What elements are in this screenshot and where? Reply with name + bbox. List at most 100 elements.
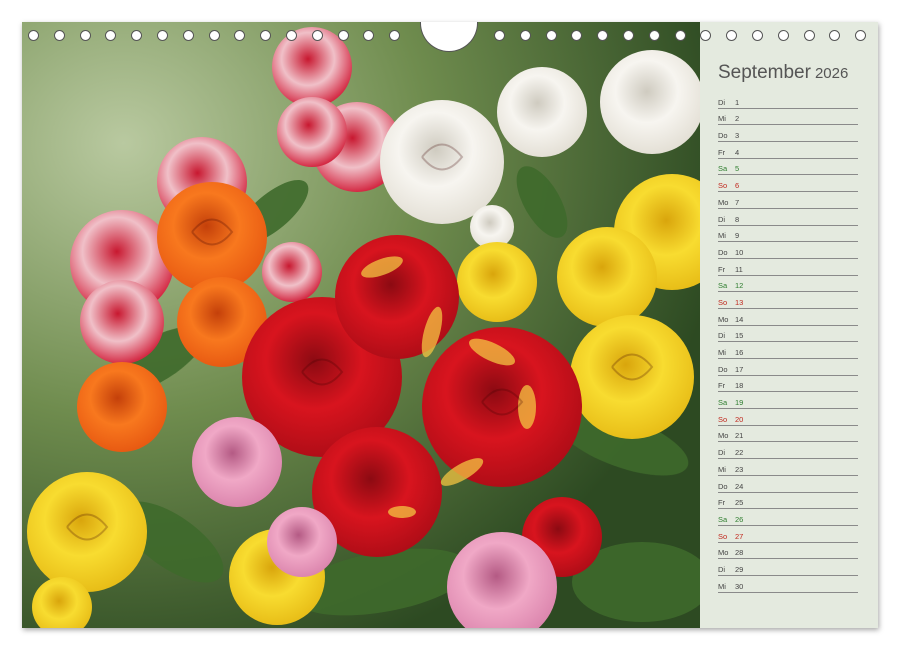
day-number: 23 — [735, 464, 744, 474]
day-row: Mi 16 — [718, 342, 858, 359]
day-row: Di 1 — [718, 92, 858, 109]
binding-ring — [28, 30, 39, 41]
binding-ring — [597, 30, 609, 41]
day-number: 27 — [735, 531, 744, 541]
day-number: 19 — [735, 398, 744, 408]
month-title: September 2026 — [718, 62, 848, 84]
day-number: 5 — [735, 164, 740, 174]
day-number: 6 — [735, 181, 740, 191]
binding-ring — [234, 30, 246, 41]
weekday-label: Sa — [718, 281, 728, 291]
day-row: Di 15 — [718, 326, 858, 343]
day-number: 21 — [735, 431, 744, 441]
rose-bouquet-photo — [22, 22, 700, 628]
day-row: Di 8 — [718, 209, 858, 226]
weekday-label: Mi — [718, 231, 726, 241]
year-label: 2026 — [814, 65, 849, 82]
day-number: 10 — [735, 247, 744, 257]
day-number: 17 — [735, 364, 744, 374]
binding-ring — [79, 30, 91, 41]
calendar-sidebar: September 2026 Di 1 Mi 2 Do 3 Fr 4 Sa 5 So 6 Mo 7 Di 8 Mi… — [700, 22, 878, 628]
binding-ring — [648, 30, 660, 41]
binding-ring — [855, 30, 867, 41]
day-row: Fr 25 — [718, 493, 858, 510]
binding-ring — [519, 30, 531, 41]
weekday-label: Di — [718, 97, 726, 107]
day-number: 2 — [735, 114, 740, 124]
day-number: 26 — [735, 514, 744, 524]
binding-ring — [700, 30, 712, 41]
weekday-label: Mi — [718, 581, 726, 591]
day-number: 28 — [735, 548, 744, 558]
day-row: Sa 12 — [718, 276, 858, 293]
day-number: 16 — [735, 348, 744, 357]
weekday-label: So — [718, 414, 728, 424]
day-number: 14 — [735, 314, 744, 324]
day-row: Mo 14 — [718, 309, 858, 326]
day-number: 8 — [735, 214, 740, 224]
binding-ring — [260, 30, 272, 41]
weekday-label: Di — [718, 331, 726, 341]
binding-ring — [337, 30, 349, 41]
day-row: Fr 11 — [718, 259, 858, 276]
weekday-label: Di — [718, 564, 726, 574]
binding-ring — [674, 30, 686, 41]
weekday-label: Di — [718, 214, 726, 224]
binding-ring — [726, 30, 738, 41]
weekday-label: Do — [718, 131, 728, 141]
day-row: So 6 — [718, 175, 858, 193]
binding-ring — [571, 30, 583, 41]
day-list: Di 1 Mi 2 Do 3 Fr 4 Sa 5 So 6 Mo 7 Di 8 Mi 9 Do 10 Fr 11 Sa 12 S… — [718, 92, 858, 593]
day-row: Mi 9 — [718, 226, 858, 243]
binding-ring — [389, 30, 401, 41]
weekday-label: Mi — [718, 348, 726, 357]
binding-ring — [363, 30, 375, 41]
weekday-label: Fr — [718, 147, 726, 157]
weekday-label: Do — [718, 364, 728, 374]
binding-ring — [803, 30, 815, 41]
binding-ring — [752, 30, 763, 41]
calendar-page: September 2026 Di 1 Mi 2 Do 3 Fr 4 Sa 5 So 6 Mo 7 Di 8 Mi… — [22, 22, 878, 628]
binding-ring — [53, 30, 65, 41]
day-row: Sa 26 — [718, 509, 858, 526]
weekday-label: Do — [718, 247, 728, 257]
day-row: Mo 21 — [718, 426, 858, 443]
day-number: 25 — [735, 498, 744, 508]
rose-illustration — [22, 22, 700, 628]
weekday-label: Mi — [718, 464, 726, 474]
day-number: 12 — [735, 281, 744, 291]
weekday-label: So — [718, 181, 728, 191]
day-row: Fr 4 — [718, 142, 858, 159]
day-number: 11 — [735, 264, 743, 274]
binding-ring — [829, 30, 841, 41]
day-row: Mi 23 — [718, 459, 858, 476]
day-row: So 20 — [718, 409, 858, 426]
weekday-label: Mo — [718, 431, 729, 441]
day-number: 4 — [735, 147, 740, 157]
binding-ring — [208, 30, 220, 41]
binding-ring — [182, 30, 194, 41]
weekday-label: Fr — [718, 381, 726, 391]
day-number: 22 — [735, 448, 744, 458]
binding-ring — [494, 30, 505, 41]
weekday-label: Do — [718, 481, 728, 491]
day-row: Do 24 — [718, 476, 858, 493]
day-row: Di 29 — [718, 559, 858, 576]
day-number: 3 — [735, 131, 740, 141]
weekday-label: Di — [718, 448, 726, 458]
binding-ring — [311, 30, 323, 41]
day-number: 9 — [735, 231, 740, 241]
day-row: Mi 2 — [718, 109, 858, 126]
day-row: Sa 19 — [718, 392, 858, 410]
weekday-label: Fr — [718, 498, 726, 508]
weekday-label: Sa — [718, 398, 728, 408]
weekday-label: Mo — [718, 197, 729, 207]
binding-ring — [131, 30, 143, 41]
month-name: September — [718, 62, 811, 83]
day-number: 7 — [735, 197, 740, 207]
day-row: So 27 — [718, 526, 858, 543]
binding-ring — [623, 30, 634, 41]
day-number: 13 — [735, 297, 744, 307]
weekday-label: So — [718, 531, 728, 541]
day-row: Mo 7 — [718, 192, 858, 209]
